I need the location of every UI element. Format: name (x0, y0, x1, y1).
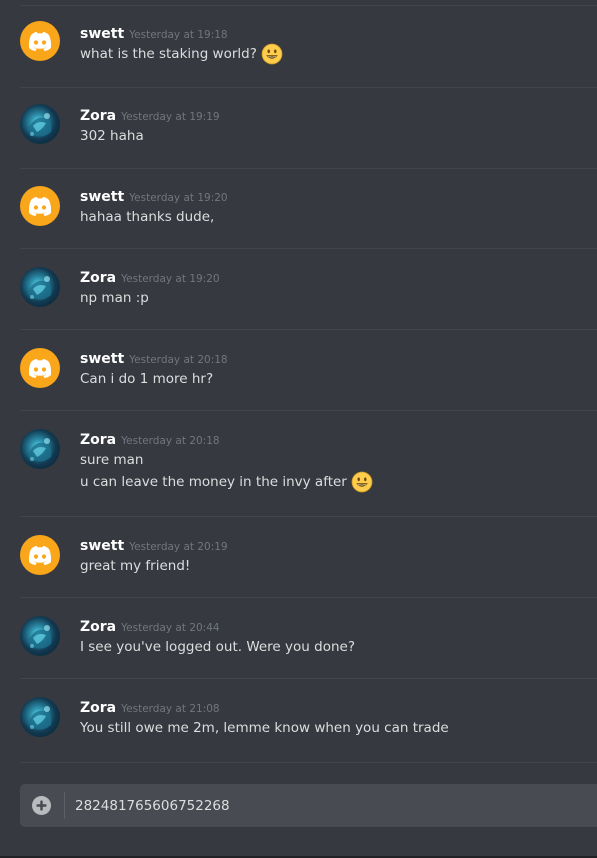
message-line: You still owe me 2m, lemme know when you… (80, 717, 597, 739)
message-timestamp: Yesterday at 20:18 (129, 354, 228, 366)
discord-logo-icon[interactable] (20, 535, 60, 575)
message-line: sure man (80, 449, 597, 471)
message-input-bar (20, 784, 597, 827)
message: Zora Yesterday at 20:18 sure man u can le… (20, 411, 597, 517)
message-timestamp: Yesterday at 19:18 (129, 29, 228, 41)
message-timestamp: Yesterday at 20:44 (121, 622, 220, 634)
message: swett Yesterday at 19:20 hahaa thanks dud… (20, 169, 597, 249)
discord-logo-icon[interactable] (20, 21, 60, 61)
message-text: sure man (80, 452, 144, 468)
message: Zora Yesterday at 21:08 You still owe me … (20, 679, 597, 763)
message-line: great my friend! (80, 555, 597, 577)
smiley-emoji-icon[interactable] (351, 471, 373, 493)
message-line: 302 haha (80, 125, 597, 147)
message-author[interactable]: swett (80, 26, 124, 42)
message: swett Yesterday at 20:18 Can i do 1 more … (20, 330, 597, 411)
message-input[interactable] (75, 784, 587, 827)
message-author[interactable]: Zora (80, 432, 116, 448)
message-timestamp: Yesterday at 20:18 (121, 435, 220, 447)
message-timestamp: Yesterday at 19:19 (121, 111, 220, 123)
message: Zora Yesterday at 20:44 I see you've logg… (20, 598, 597, 679)
zora-avatar[interactable] (20, 616, 60, 656)
message-timestamp: Yesterday at 19:20 (129, 192, 228, 204)
message-timestamp: Yesterday at 21:08 (121, 703, 220, 715)
message-author[interactable]: swett (80, 351, 124, 367)
message: Zora Yesterday at 19:19 302 haha (20, 88, 597, 169)
message-text: Can i do 1 more hr? (80, 371, 214, 387)
zora-avatar[interactable] (20, 104, 60, 144)
message-list: swett Yesterday at 19:18 what is the stak… (0, 6, 597, 763)
message-author[interactable]: Zora (80, 700, 116, 716)
message-line: what is the staking world? (80, 43, 597, 65)
zora-avatar[interactable] (20, 697, 60, 737)
message-author[interactable]: Zora (80, 270, 116, 286)
message-author[interactable]: swett (80, 538, 124, 554)
message-text: what is the staking world? (80, 46, 257, 62)
message-timestamp: Yesterday at 20:19 (129, 541, 228, 553)
message-text: np man :p (80, 290, 149, 306)
message-line: u can leave the money in the invy after (80, 471, 597, 493)
message-author[interactable]: Zora (80, 619, 116, 635)
discord-logo-icon[interactable] (20, 186, 60, 226)
message: swett Yesterday at 20:19 great my friend! (20, 517, 597, 598)
message-text: u can leave the money in the invy after (80, 474, 347, 490)
zora-avatar[interactable] (20, 429, 60, 469)
message-text: 302 haha (80, 128, 144, 144)
input-divider (64, 792, 65, 819)
smiley-emoji-icon[interactable] (261, 43, 283, 65)
message: swett Yesterday at 19:18 what is the stak… (20, 6, 597, 88)
message-text: You still owe me 2m, lemme know when you… (80, 720, 449, 736)
message-line: I see you've logged out. Were you done? (80, 636, 597, 658)
message: Zora Yesterday at 19:20 np man :p (20, 249, 597, 330)
message-author[interactable]: swett (80, 189, 124, 205)
message-timestamp: Yesterday at 19:20 (121, 273, 220, 285)
message-line: hahaa thanks dude, (80, 206, 597, 228)
discord-logo-icon[interactable] (20, 348, 60, 388)
message-author[interactable]: Zora (80, 108, 116, 124)
plus-circle-icon[interactable] (31, 795, 52, 816)
message-line: np man :p (80, 287, 597, 309)
message-text: great my friend! (80, 558, 191, 574)
message-text: hahaa thanks dude, (80, 209, 215, 225)
message-text: I see you've logged out. Were you done? (80, 639, 355, 655)
message-line: Can i do 1 more hr? (80, 368, 597, 390)
zora-avatar[interactable] (20, 267, 60, 307)
